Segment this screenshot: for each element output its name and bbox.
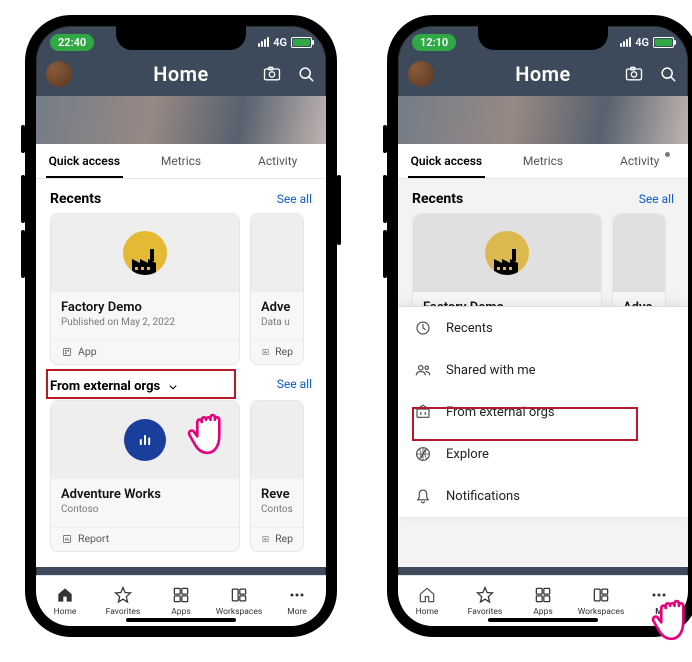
recents-see-all[interactable]: See all: [277, 192, 312, 206]
recents-see-all[interactable]: See all: [639, 192, 674, 206]
left-phone-container: 22:40 4G ⚡ Home Quick access Metrics Act…: [25, 15, 337, 637]
nav-more[interactable]: More: [268, 576, 326, 626]
factory-icon: [123, 231, 167, 275]
card-type: Report: [78, 532, 109, 545]
card-sub: Published on May 2, 2022: [61, 317, 229, 328]
card-name: Reve: [261, 487, 293, 502]
card-name: Adve: [261, 300, 293, 315]
app-header: Home: [36, 56, 326, 96]
recent-card-partial[interactable]: Adve Data u Rep: [250, 213, 304, 365]
right-phone-container: 12:10 4G ⚡ Home Quick access Metrics Act…: [387, 15, 692, 637]
notch: [116, 26, 246, 50]
status-time: 22:40: [50, 34, 94, 51]
nav-more[interactable]: M: [630, 576, 688, 626]
workspaces-icon: [591, 585, 611, 605]
org-icon: [414, 403, 432, 421]
status-network: 4G: [273, 36, 287, 49]
page-title: Home: [153, 62, 209, 86]
camera-icon[interactable]: [262, 64, 282, 84]
tab-activity[interactable]: Activity: [229, 144, 326, 178]
home-indicator[interactable]: [126, 618, 236, 622]
sheet-external-orgs[interactable]: From external orgs: [398, 391, 688, 433]
status-network: 4G: [635, 36, 649, 49]
report-type-icon: [261, 533, 270, 545]
recent-card[interactable]: Factory Demo Published on May 2, 2022 Ap…: [50, 213, 240, 365]
chevron-down-icon: [166, 380, 180, 394]
chart-icon: [124, 419, 166, 461]
apps-icon: [533, 585, 553, 605]
sheet-shared[interactable]: Shared with me: [398, 349, 688, 391]
battery-icon: ⚡: [653, 37, 674, 48]
clock-icon: [414, 319, 432, 337]
external-orgs-header[interactable]: From external orgs: [36, 367, 194, 400]
more-icon: [287, 585, 307, 605]
avatar[interactable]: [408, 61, 434, 87]
nav-home[interactable]: Home: [36, 576, 94, 626]
tab-bar: Quick access Metrics Activity: [36, 144, 326, 179]
people-icon: [414, 361, 432, 379]
notch: [478, 26, 608, 50]
card-type: App: [78, 345, 97, 358]
app-header: Home: [398, 56, 688, 96]
recents-title: Recents: [412, 191, 463, 207]
external-orgs-label: From external orgs: [50, 379, 160, 394]
app-type-icon: [61, 346, 73, 358]
signal-icon: [620, 37, 631, 47]
tab-metrics[interactable]: Metrics: [133, 144, 230, 178]
card-sub: Contos: [261, 504, 293, 515]
tab-bar: Quick access Metrics Activity: [398, 144, 688, 179]
external-card[interactable]: Adventure Works Contoso Report: [50, 400, 240, 552]
right-phone: 12:10 4G ⚡ Home Quick access Metrics Act…: [387, 15, 692, 637]
external-see-all[interactable]: See all: [277, 377, 312, 391]
recents-title: Recents: [50, 191, 101, 207]
camera-icon[interactable]: [624, 64, 644, 84]
signal-icon: [258, 37, 269, 47]
apps-icon: [171, 585, 191, 605]
sheet-recents[interactable]: Recents: [398, 307, 688, 349]
workspaces-icon: [229, 585, 249, 605]
card-name: Adventure Works: [61, 487, 229, 502]
star-icon: [113, 585, 133, 605]
nav-home[interactable]: Home: [398, 576, 456, 626]
external-card-partial[interactable]: Reve Contos Rep: [250, 400, 304, 552]
card-sub: Data u: [261, 317, 293, 328]
left-phone: 22:40 4G ⚡ Home Quick access Metrics Act…: [25, 15, 337, 637]
home-indicator[interactable]: [488, 618, 598, 622]
report-type-icon: [61, 533, 73, 545]
search-icon[interactable]: [658, 64, 678, 84]
avatar[interactable]: [46, 61, 72, 87]
star-icon: [475, 585, 495, 605]
banner-image: [36, 96, 326, 144]
tab-quick-access[interactable]: Quick access: [36, 144, 133, 178]
report-type-icon: [261, 346, 270, 358]
more-icon: [649, 585, 669, 605]
card-name: Factory Demo: [61, 300, 229, 315]
explore-icon: [414, 445, 432, 463]
battery-icon: ⚡: [291, 37, 312, 48]
home-icon: [417, 585, 437, 605]
home-icon: [55, 585, 75, 605]
page-title: Home: [515, 62, 571, 86]
factory-icon: [485, 231, 529, 275]
tab-activity[interactable]: Activity: [591, 144, 688, 178]
status-time: 12:10: [412, 34, 456, 51]
bell-icon: [414, 487, 432, 505]
card-sub: Contoso: [61, 504, 229, 515]
sheet-explore[interactable]: Explore: [398, 433, 688, 475]
search-icon[interactable]: [296, 64, 316, 84]
card-type: Rep: [275, 532, 293, 545]
sheet-notifications[interactable]: Notifications: [398, 475, 688, 517]
more-menu-sheet: Recents Shared with me From external org…: [398, 306, 688, 517]
banner-image: [398, 96, 688, 144]
tab-quick-access[interactable]: Quick access: [398, 144, 495, 178]
tab-metrics[interactable]: Metrics: [495, 144, 592, 178]
card-type: Rep: [275, 345, 293, 358]
